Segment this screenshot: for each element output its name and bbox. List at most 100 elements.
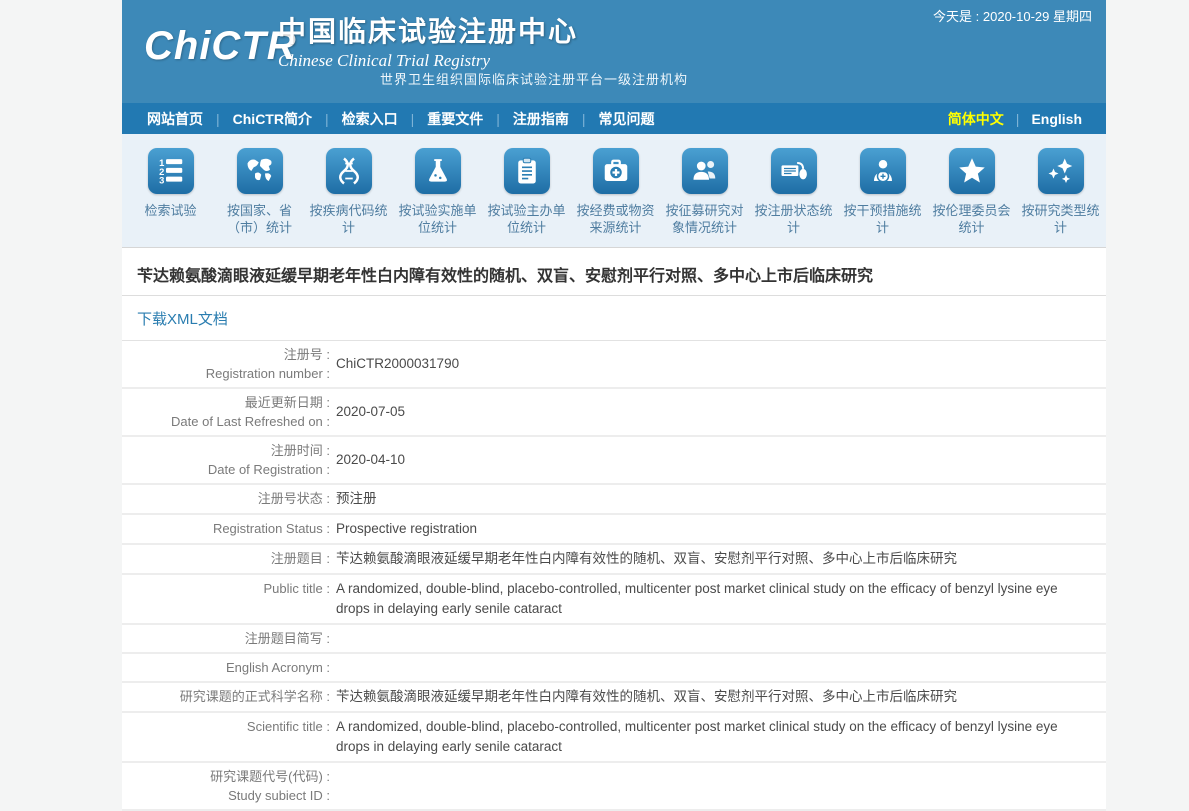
quicklink-label: 按国家、省（市）统计 xyxy=(218,202,302,236)
table-row: 注册题目简写 : xyxy=(122,625,1106,654)
table-row: English Acronym : xyxy=(122,654,1106,683)
row-value xyxy=(330,654,1106,681)
nav-item[interactable]: 网站首页 xyxy=(136,109,214,129)
quicklink-item[interactable]: 123检索试验 xyxy=(126,134,215,247)
row-label: 最近更新日期 :Date of Last Refreshed on : xyxy=(122,389,330,435)
row-value: 苄达赖氨酸滴眼液延缓早期老年性白内障有效性的随机、双盲、安慰剂平行对照、多中心上… xyxy=(330,683,1106,711)
row-label-line: 最近更新日期 : xyxy=(122,393,330,412)
quicklink-item[interactable]: 按伦理委员会统计 xyxy=(927,134,1016,247)
dna-icon xyxy=(326,148,372,194)
nav-item[interactable]: 检索入口 xyxy=(331,109,409,129)
main-nav: 网站首页|ChiCTR简介|检索入口|重要文件|注册指南|常见问题 简体中文 |… xyxy=(122,103,1106,134)
list-123-icon: 123 xyxy=(148,148,194,194)
row-label: 注册题目 : xyxy=(122,545,330,573)
nav-separator: | xyxy=(580,111,588,127)
row-label-line: Date of Registration : xyxy=(122,460,330,479)
quicklink-label: 按注册状态统计 xyxy=(752,202,836,236)
row-label: Scientific title : xyxy=(122,713,330,761)
quicklink-item[interactable]: 按研究类型统计 xyxy=(1016,134,1105,247)
table-row: Public title :A randomized, double-blind… xyxy=(122,575,1106,625)
quicklink-item[interactable]: 按干预措施统计 xyxy=(838,134,927,247)
page-container: 今天是 : 2020-10-29 星期四 ChiCTR 中国临床试验注册中心 C… xyxy=(122,0,1106,811)
row-value: 2020-04-10 xyxy=(330,437,1106,483)
row-label-line: 注册时间 : xyxy=(122,441,330,460)
row-label-line: 注册号 : xyxy=(122,345,330,364)
row-label-line: Public title : xyxy=(122,579,330,598)
site-title-chinese: 中国临床试验注册中心 xyxy=(278,10,578,50)
row-label: 研究课题的正式科学名称 : xyxy=(122,683,330,711)
quicklink-label: 按试验主办单位统计 xyxy=(485,202,569,236)
row-label-line: 注册题目 : xyxy=(122,549,330,568)
row-label: Public title : xyxy=(122,575,330,623)
page-title: 苄达赖氨酸滴眼液延缓早期老年性白内障有效性的随机、双盲、安慰剂平行对照、多中心上… xyxy=(122,248,1106,296)
quicklink-item[interactable]: 按试验主办单位统计 xyxy=(482,134,571,247)
row-label-line: Date of Last Refreshed on : xyxy=(122,412,330,431)
row-value: A randomized, double-blind, placebo-cont… xyxy=(330,575,1106,623)
xml-download-bar: 下载XML文档 xyxy=(122,296,1106,341)
nav-separator: | xyxy=(494,111,502,127)
nav-item[interactable]: 重要文件 xyxy=(416,109,494,129)
row-value: Prospective registration xyxy=(330,515,1106,543)
row-label-line: Study subiect ID : xyxy=(122,786,330,805)
quicklinks: 123检索试验按国家、省（市）统计按疾病代码统计按试验实施单位统计按试验主办单位… xyxy=(122,134,1106,247)
nav-separator: | xyxy=(214,111,222,127)
content-area: 苄达赖氨酸滴眼液延缓早期老年性白内障有效性的随机、双盲、安慰剂平行对照、多中心上… xyxy=(122,247,1106,811)
row-label: English Acronym : xyxy=(122,654,330,681)
lang-simplified-chinese[interactable]: 简体中文 xyxy=(938,109,1014,129)
row-label: Registration Status : xyxy=(122,515,330,543)
quicklink-item[interactable]: 按注册状态统计 xyxy=(749,134,838,247)
svg-text:3: 3 xyxy=(159,176,164,186)
row-label-line: 注册号状态 : xyxy=(122,489,330,508)
quicklink-label: 按经费或物资来源统计 xyxy=(574,202,658,236)
row-label: 研究课题代号(代码) :Study subiect ID : xyxy=(122,763,330,809)
site-titles: 中国临床试验注册中心 Chinese Clinical Trial Regist… xyxy=(278,10,578,71)
row-label-line: English Acronym : xyxy=(122,658,330,677)
row-label-line: 研究课题代号(代码) : xyxy=(122,767,330,786)
row-label-line: 注册题目简写 : xyxy=(122,629,330,648)
clipboard-icon xyxy=(504,148,550,194)
row-label: 注册时间 :Date of Registration : xyxy=(122,437,330,483)
row-label-line: Registration Status : xyxy=(122,519,330,538)
nav-item[interactable]: 注册指南 xyxy=(502,109,580,129)
nav-separator: | xyxy=(409,111,417,127)
row-value: A randomized, double-blind, placebo-cont… xyxy=(330,713,1106,761)
row-value: 2020-07-05 xyxy=(330,389,1106,435)
quicklink-label: 按征募研究对象情况统计 xyxy=(663,202,747,236)
flask-icon xyxy=(415,148,461,194)
quicklink-label: 按伦理委员会统计 xyxy=(930,202,1014,236)
quicklink-label: 按研究类型统计 xyxy=(1019,202,1103,236)
nav-language-switcher: 简体中文 | English xyxy=(938,109,1092,129)
detail-table: 注册号 :Registration number :ChiCTR20000317… xyxy=(122,341,1106,811)
row-value: ChiCTR2000031790 xyxy=(330,341,1106,387)
chictr-logo[interactable]: ChiCTR xyxy=(144,24,297,69)
keyboard-mouse-icon xyxy=(771,148,817,194)
download-xml-link[interactable]: 下载XML文档 xyxy=(137,308,228,329)
table-row: 注册号 :Registration number :ChiCTR20000317… xyxy=(122,341,1106,389)
site-title-english: Chinese Clinical Trial Registry xyxy=(278,51,578,71)
table-row: 注册时间 :Date of Registration :2020-04-10 xyxy=(122,437,1106,485)
lang-english[interactable]: English xyxy=(1021,111,1092,127)
nav-menu: 网站首页|ChiCTR简介|检索入口|重要文件|注册指南|常见问题 xyxy=(136,109,666,129)
sparkles-icon xyxy=(1038,148,1084,194)
quicklink-item[interactable]: 按经费或物资来源统计 xyxy=(571,134,660,247)
who-registry-tagline: 世界卫生组织国际临床试验注册平台一级注册机构 xyxy=(380,69,688,88)
nav-item[interactable]: ChiCTR简介 xyxy=(222,109,323,129)
world-map-icon xyxy=(237,148,283,194)
row-value: 苄达赖氨酸滴眼液延缓早期老年性白内障有效性的随机、双盲、安慰剂平行对照、多中心上… xyxy=(330,545,1106,573)
table-row: 注册号状态 :预注册 xyxy=(122,485,1106,515)
row-label: 注册号状态 : xyxy=(122,485,330,513)
first-aid-kit-icon xyxy=(593,148,639,194)
quicklink-item[interactable]: 按征募研究对象情况统计 xyxy=(660,134,749,247)
table-row: 研究课题代号(代码) :Study subiect ID : xyxy=(122,763,1106,811)
row-label-line: Scientific title : xyxy=(122,717,330,736)
quicklink-item[interactable]: 按试验实施单位统计 xyxy=(393,134,482,247)
people-icon xyxy=(682,148,728,194)
star-icon xyxy=(949,148,995,194)
quicklink-item[interactable]: 按疾病代码统计 xyxy=(304,134,393,247)
row-label: 注册号 :Registration number : xyxy=(122,341,330,387)
table-row: 最近更新日期 :Date of Last Refreshed on :2020-… xyxy=(122,389,1106,437)
site-header: 今天是 : 2020-10-29 星期四 ChiCTR 中国临床试验注册中心 C… xyxy=(122,0,1106,103)
row-value: 预注册 xyxy=(330,485,1106,513)
nav-item[interactable]: 常见问题 xyxy=(588,109,666,129)
quicklink-item[interactable]: 按国家、省（市）统计 xyxy=(215,134,304,247)
